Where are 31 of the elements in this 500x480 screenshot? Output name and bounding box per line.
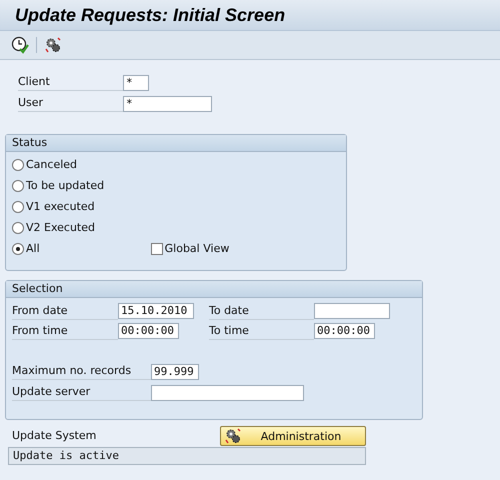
date-field[interactable]: [314, 303, 390, 319]
input-field[interactable]: *: [123, 74, 149, 90]
radio-button[interactable]: [12, 180, 24, 192]
radio-button[interactable]: [12, 158, 24, 170]
section-label: Update System: [12, 428, 96, 444]
time-field[interactable]: 00:00:00: [314, 323, 375, 339]
field-label: Update server: [12, 384, 151, 401]
radio-label: Canceled: [26, 158, 78, 171]
field-label: Maximum no. records: [12, 363, 151, 380]
execute-clock-icon[interactable]: [10, 35, 30, 55]
gears-icon[interactable]: [43, 35, 63, 55]
window-title: Update Requests: Initial Screen: [15, 4, 286, 26]
time-field[interactable]: 00:00:00: [118, 323, 179, 339]
radio-label: V2 Executed: [26, 221, 95, 234]
radio-button[interactable]: [12, 200, 24, 212]
input-field[interactable]: *: [123, 96, 212, 112]
input-field[interactable]: [151, 384, 304, 400]
checkbox-label: Global View: [164, 242, 230, 255]
radio-label: All: [26, 242, 40, 255]
panel-title: Selection: [6, 281, 422, 298]
radio-label: V1 executed: [26, 200, 95, 213]
gears-icon: [225, 428, 241, 444]
radio-label: To be updated: [26, 179, 104, 192]
administration-button[interactable]: Administration: [220, 426, 366, 446]
radio-button[interactable]: [12, 242, 24, 254]
date-field[interactable]: 15.10.2010: [118, 303, 194, 319]
input-field[interactable]: 99.999: [151, 364, 199, 380]
panel-title: Status: [6, 135, 346, 152]
checkbox[interactable]: [150, 242, 163, 254]
status-message: Update is active: [8, 447, 366, 465]
radio-button[interactable]: [12, 222, 24, 234]
